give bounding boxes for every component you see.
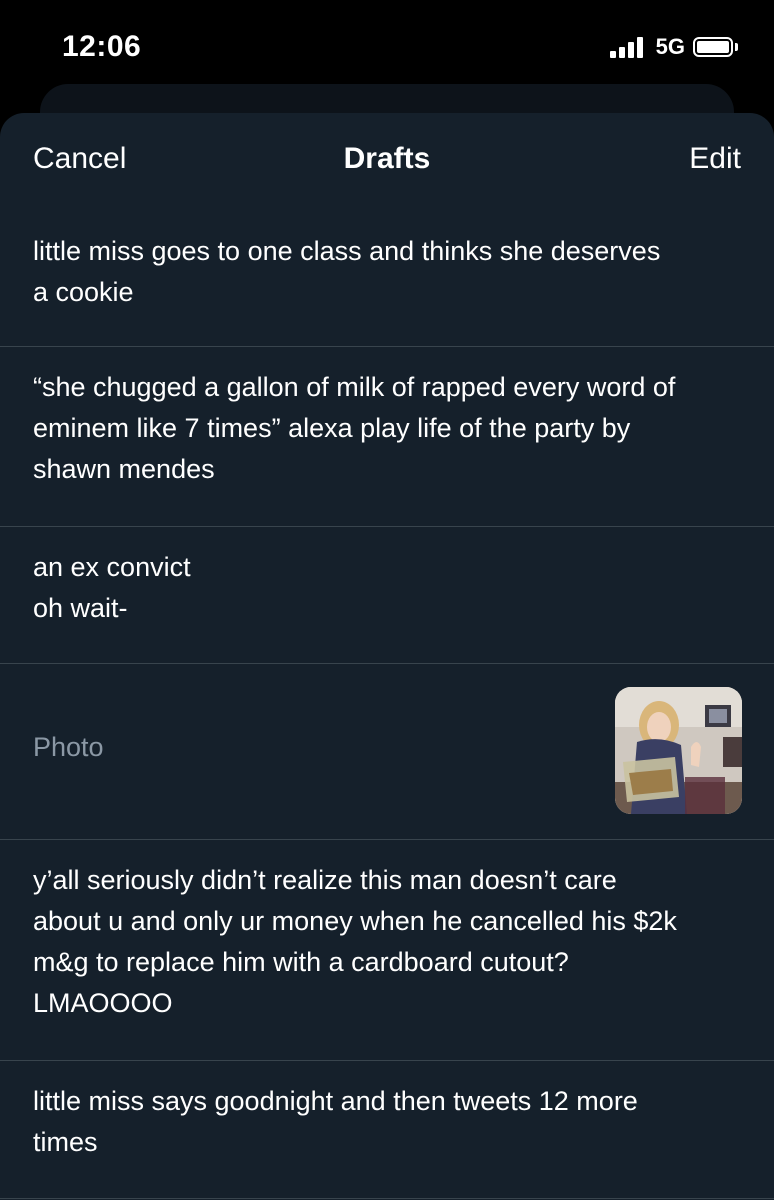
draft-text: little miss says goodnight and then twee…: [33, 1086, 638, 1157]
drafts-sheet: Cancel Drafts Edit little miss goes to o…: [0, 113, 774, 1200]
battery-level: [697, 41, 729, 53]
draft-item[interactable]: little miss goes to one class and thinks…: [0, 211, 774, 347]
draft-item[interactable]: an ex convict oh wait-: [0, 527, 774, 664]
photo-thumbnail-image: [615, 687, 742, 814]
drafts-list: little miss goes to one class and thinks…: [0, 211, 774, 1199]
photo-thumbnail[interactable]: [615, 687, 742, 814]
draft-item[interactable]: little miss says goodnight and then twee…: [0, 1061, 774, 1199]
page-title: Drafts: [343, 142, 431, 175]
signal-icon: [609, 36, 646, 58]
draft-text: an ex convict oh wait-: [33, 552, 191, 623]
draft-item[interactable]: y’all seriously didn’t realize this man …: [0, 840, 774, 1061]
battery-icon: [693, 37, 733, 57]
draft-text: “she chugged a gallon of milk of rapped …: [33, 372, 676, 484]
draft-item[interactable]: “she chugged a gallon of milk of rapped …: [0, 347, 774, 527]
draft-text: y’all seriously didn’t realize this man …: [33, 865, 677, 1018]
edit-button[interactable]: Edit: [689, 142, 741, 176]
network-type: 5G: [655, 34, 685, 59]
draft-item-photo[interactable]: Photo: [0, 664, 774, 840]
status-time: 12:06: [62, 30, 142, 63]
draft-text: little miss goes to one class and thinks…: [33, 236, 661, 307]
drafts-header: Cancel Drafts Edit: [0, 113, 774, 211]
battery-tip: [735, 43, 738, 51]
status-indicators: 5G: [609, 34, 738, 60]
draft-photo-label: Photo: [33, 732, 104, 762]
